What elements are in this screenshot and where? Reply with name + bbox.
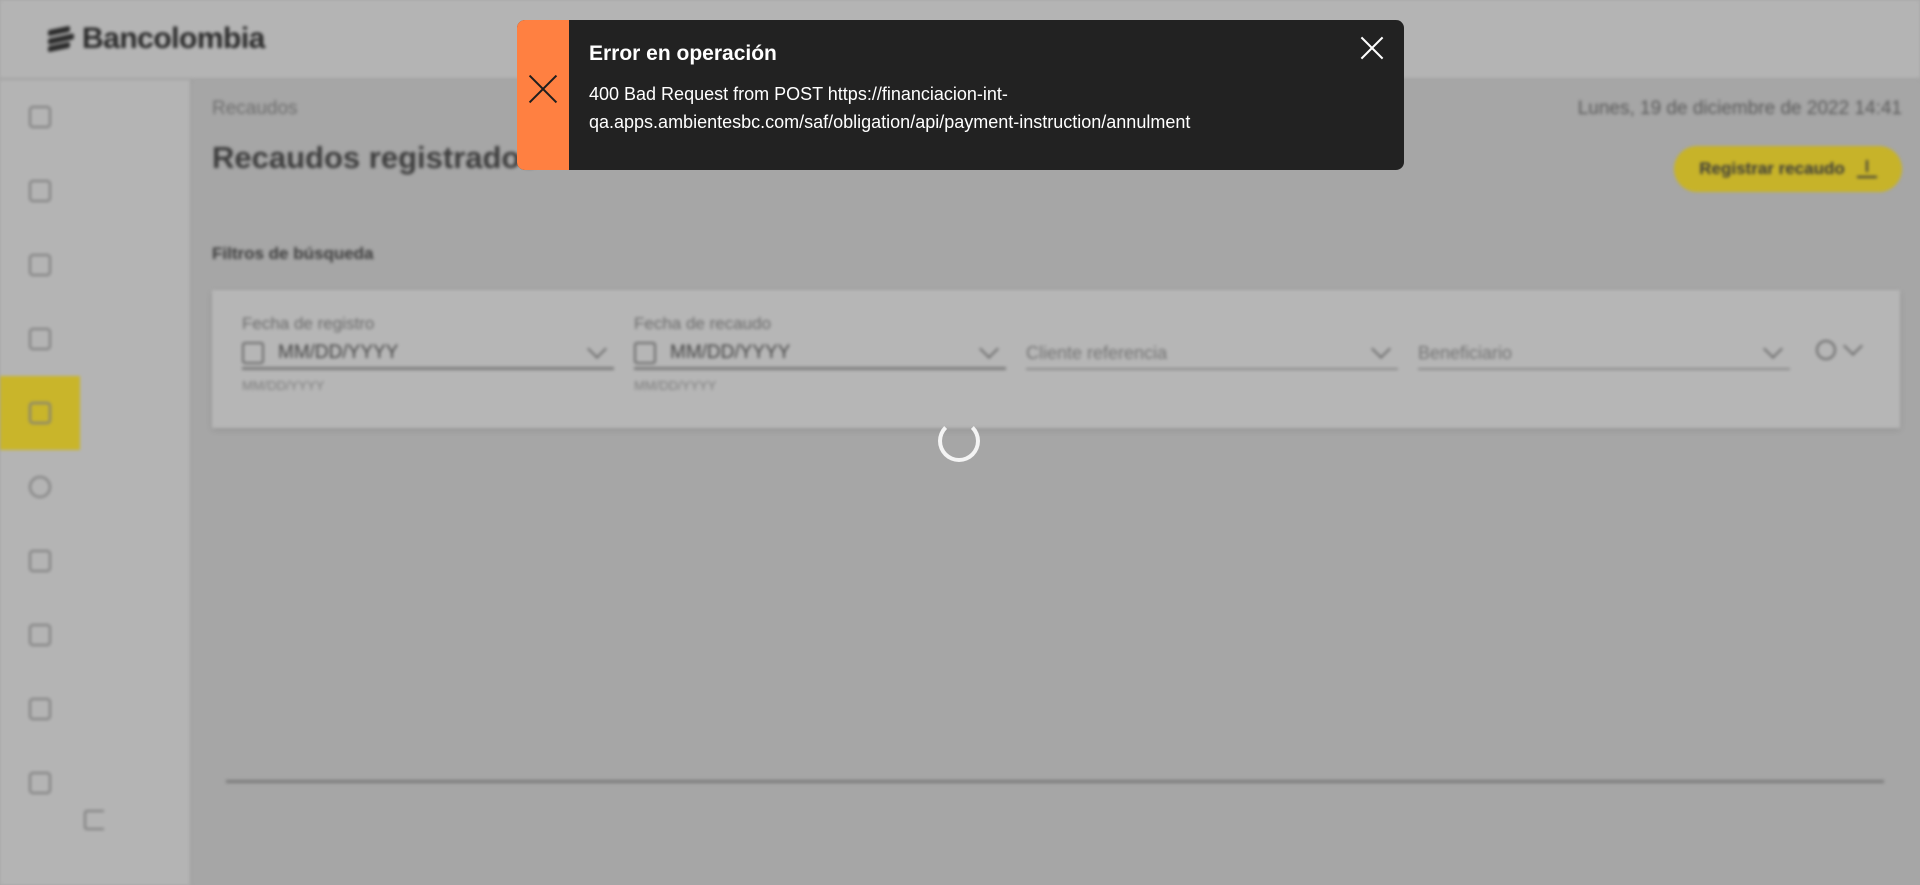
fecha-recaudo-value: MM/DD/YYYY: [670, 341, 791, 363]
sidebar-item-table[interactable]: [0, 598, 80, 672]
sidebar-item-charts[interactable]: [0, 746, 80, 820]
chart-icon: [29, 772, 51, 794]
table-icon: [29, 624, 51, 646]
filters-heading: Filtros de búsqueda: [212, 244, 374, 263]
fecha-recaudo-field[interactable]: Fecha de recaudo MM/DD/YYYY MM/DD/YYYY: [634, 314, 1006, 393]
breadcrumb[interactable]: Recaudos: [212, 98, 298, 120]
brand-name: Bancolombia: [82, 22, 265, 55]
toast-title: Error en operación: [589, 42, 777, 65]
chevron-down-icon[interactable]: [1763, 339, 1783, 359]
cash-icon: [29, 254, 51, 276]
sidebar-item-settings[interactable]: [0, 450, 80, 524]
logout-icon[interactable]: [84, 810, 104, 830]
chevron-down-icon[interactable]: [979, 338, 999, 359]
loading-spinner: [938, 420, 980, 462]
transfer-arrows-icon: [29, 402, 51, 424]
search-icon[interactable]: [1816, 340, 1836, 360]
fecha-registro-field[interactable]: Fecha de registro MM/DD/YYYY MM/DD/YYYY: [242, 314, 614, 393]
toast-message: 400 Bad Request from POST https://financ…: [589, 84, 1191, 132]
cliente-referencia-field[interactable]: Cliente referencia: [1026, 314, 1398, 392]
cliente-referencia-select[interactable]: Cliente referencia: [1026, 338, 1398, 370]
register-recaudo-label: Registrar recaudo: [1699, 159, 1845, 178]
brand-logo[interactable]: Bancolombia: [48, 22, 265, 56]
fecha-registro-value: MM/DD/YYYY: [278, 341, 399, 363]
chevron-down-icon[interactable]: [1843, 336, 1863, 356]
error-x-icon: [528, 74, 558, 104]
filters-card: Fecha de registro MM/DD/YYYY MM/DD/YYYY …: [212, 290, 1900, 428]
dashboard-icon: [29, 106, 51, 128]
sidebar-item-reports[interactable]: [0, 302, 80, 376]
sidebar: [0, 80, 192, 885]
page-title: Recaudos registrados: [212, 140, 538, 175]
search-actions: [1816, 336, 1870, 360]
fecha-recaudo-label: Fecha de recaudo: [634, 314, 772, 333]
error-stripe: [517, 20, 569, 170]
fecha-registro-hint: MM/DD/YYYY: [242, 378, 325, 393]
chevron-down-icon[interactable]: [1371, 339, 1391, 359]
fecha-recaudo-input[interactable]: MM/DD/YYYY: [634, 338, 1006, 370]
calendar-icon: [634, 341, 656, 364]
sidebar-item-receipts[interactable]: [0, 672, 80, 746]
sidebar-item-cash[interactable]: [0, 228, 80, 302]
upload-icon: [1856, 160, 1877, 178]
sidebar-item-dashboard[interactable]: [0, 80, 80, 154]
receipt-icon: [29, 698, 51, 720]
close-icon[interactable]: [1358, 34, 1386, 62]
register-recaudo-button[interactable]: Registrar recaudo: [1674, 146, 1902, 192]
calendar-icon: [242, 341, 264, 364]
beneficiario-field[interactable]: Beneficiario: [1418, 314, 1790, 392]
report-icon: [29, 328, 51, 350]
beneficiario-select[interactable]: Beneficiario: [1418, 338, 1790, 370]
settings-icon: [29, 476, 51, 498]
fecha-recaudo-hint: MM/DD/YYYY: [634, 378, 717, 393]
fecha-registro-label: Fecha de registro: [242, 314, 375, 333]
beneficiario-placeholder: Beneficiario: [1418, 342, 1513, 363]
sidebar-item-recaudos[interactable]: [0, 376, 80, 450]
sidebar-item-documents[interactable]: [0, 154, 80, 228]
bancolombia-logo-icon: [48, 25, 76, 53]
fecha-registro-input[interactable]: MM/DD/YYYY: [242, 338, 614, 370]
cliente-referencia-placeholder: Cliente referencia: [1026, 342, 1168, 363]
table-divider: [226, 780, 1884, 783]
sidebar-item-files[interactable]: [0, 524, 80, 598]
file-icon: [29, 550, 51, 572]
toast-body: Error en operación 400 Bad Request from …: [569, 20, 1404, 170]
error-toast: Error en operación 400 Bad Request from …: [517, 20, 1404, 170]
main-content: Recaudos Lunes, 19 de diciembre de 2022 …: [212, 80, 1902, 885]
chevron-down-icon[interactable]: [587, 338, 607, 359]
document-icon: [29, 180, 51, 202]
current-datetime: Lunes, 19 de diciembre de 2022 14:41: [1577, 98, 1902, 119]
